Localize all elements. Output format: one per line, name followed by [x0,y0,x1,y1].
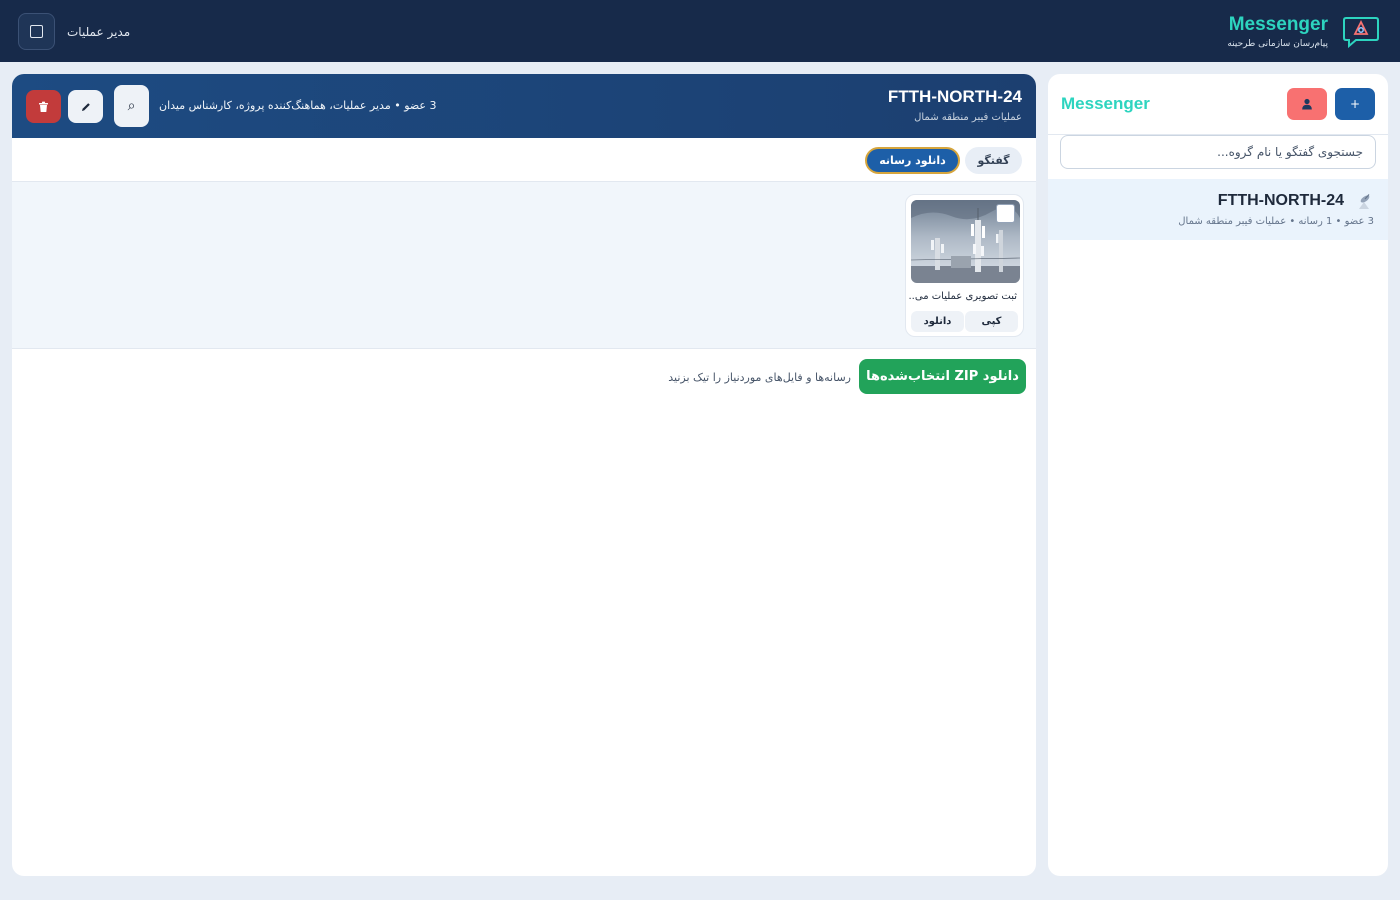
brand-title: Messenger [1228,14,1328,35]
chat-header: FTTH-NORTH-24 عملیات فیبر منطقه شمال 3 ع… [12,74,1036,138]
sidebar-header: Messenger + [1048,74,1388,134]
conversation-item[interactable]: FTTH-NORTH-24 3 عضو • 1 رسانه • عملیات ف… [1048,179,1388,240]
media-card: ثبت تصویری عملیات می... کپی دانلود [905,194,1024,337]
brand: Messenger پیام‌رسان سازمانی طرحینه [1227,14,1380,49]
download-button[interactable]: دانلود [911,311,964,332]
sidebar-title: Messenger [1061,94,1150,113]
user-button[interactable] [1287,88,1327,120]
chat-subtitle: عملیات فیبر منطقه شمال [914,112,1022,123]
delete-button[interactable] [26,90,61,123]
user-name: مدیر عملیات [67,24,131,39]
pencil-icon [81,102,90,111]
menu-toggle-button[interactable] [18,13,55,50]
tab-bar: گفتگو دانلود رسانه [12,138,1036,182]
top-bar: Messenger پیام‌رسان سازمانی طرحینه مدیر … [0,0,1400,62]
media-grid: ثبت تصویری عملیات می... کپی دانلود [12,182,1036,349]
user-area: مدیر عملیات [18,13,130,50]
chat-title: FTTH-NORTH-24 [887,87,1022,106]
chat-panel: FTTH-NORTH-24 عملیات فیبر منطقه شمال 3 ع… [12,74,1036,876]
search-input[interactable] [1060,135,1376,169]
satellite-icon [1359,194,1370,209]
search-icon: ⌕ [127,98,136,114]
media-select-checkbox[interactable] [996,204,1015,223]
zip-download-bar: دانلود ZIP انتخاب‌شده‌ها رسانه‌ها و فایل… [12,350,1036,400]
download-zip-button[interactable]: دانلود ZIP انتخاب‌شده‌ها [859,359,1026,394]
trash-icon [39,101,48,112]
user-icon [1302,98,1312,110]
new-conversation-button[interactable]: + [1335,88,1375,120]
sidebar: Messenger + FTTH-NORTH-24 3 عضو • 1 رسان… [1048,74,1388,876]
tab-media-download[interactable]: دانلود رسانه [865,147,960,174]
square-icon [30,25,43,38]
chat-bubble-logo-icon [1343,16,1379,48]
conversation-name: FTTH-NORTH-24 [1217,192,1344,209]
copy-button[interactable]: کپی [965,311,1018,332]
brand-subtitle: پیام‌رسان سازمانی طرحینه [1227,39,1328,49]
conversation-meta: 3 عضو • 1 رسانه • عملیات فیبر منطقه شمال [1178,216,1374,227]
media-caption: ثبت تصویری عملیات می... [909,291,1017,302]
zip-hint: رسانه‌ها و فایل‌های موردنیاز را تیک بزنی… [668,371,851,384]
chat-members: 3 عضو • مدیر عملیات، هماهنگ‌کننده پروژه،… [159,99,437,112]
edit-button[interactable] [68,90,103,123]
tab-chat[interactable]: گفتگو [965,147,1022,174]
search-button[interactable]: ⌕ [114,85,149,127]
